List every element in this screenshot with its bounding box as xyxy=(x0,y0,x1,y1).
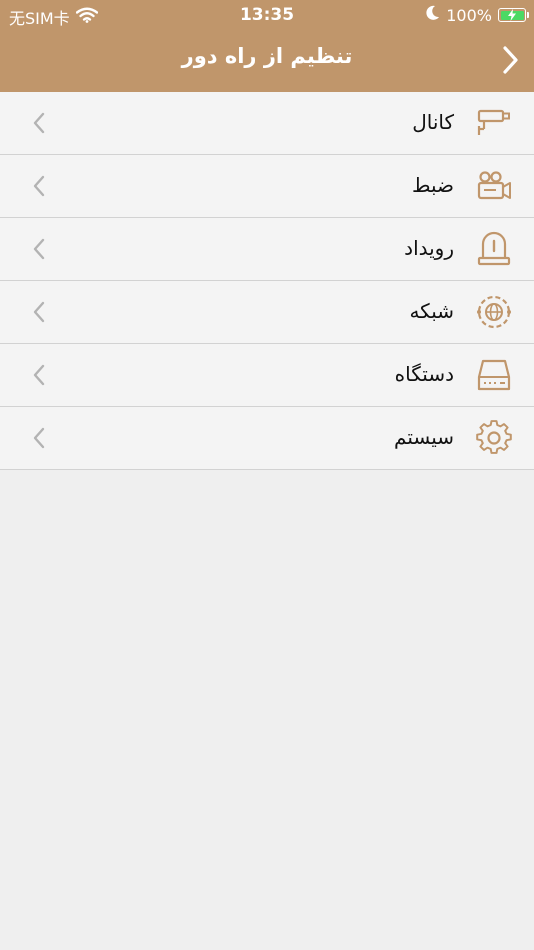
menu-item-label: دستگاه xyxy=(394,362,454,386)
menu-item-record[interactable]: ضبط xyxy=(0,155,534,218)
menu-item-label: سیستم xyxy=(394,425,454,449)
menu-item-label: رویداد xyxy=(404,236,454,260)
charging-bolt-icon xyxy=(508,9,516,21)
menu-item-system[interactable]: سیستم xyxy=(0,407,534,470)
top-header: 无SIM卡 13:35 100% تنظیم از راه دور xyxy=(0,0,534,92)
back-button[interactable] xyxy=(498,43,524,77)
chevron-left-icon xyxy=(33,112,45,134)
settings-list: کانال ضبط رویداد شبکه دستگاه سیستم xyxy=(0,92,534,470)
alarm-beacon-icon xyxy=(477,231,511,266)
gear-icon xyxy=(476,420,512,454)
page-title: تنظیم از راه دور xyxy=(181,44,353,68)
chevron-left-icon xyxy=(33,238,45,260)
device-recorder-icon xyxy=(477,359,511,391)
battery-percent: 100% xyxy=(446,5,492,25)
video-camera-icon xyxy=(477,171,511,200)
menu-item-label: شبکه xyxy=(409,299,454,323)
menu-item-network[interactable]: شبکه xyxy=(0,281,534,344)
network-globe-icon xyxy=(477,295,511,329)
menu-item-label: کانال xyxy=(412,110,454,134)
chevron-left-icon xyxy=(33,364,45,386)
status-right: 100% xyxy=(426,5,529,25)
moon-icon xyxy=(426,5,440,25)
menu-item-label: ضبط xyxy=(411,173,454,197)
menu-item-event[interactable]: رویداد xyxy=(0,218,534,281)
status-bar: 无SIM卡 13:35 100% xyxy=(0,0,534,30)
battery-icon xyxy=(498,8,529,22)
chevron-left-icon xyxy=(33,427,45,449)
menu-item-device[interactable]: دستگاه xyxy=(0,344,534,407)
chevron-left-icon xyxy=(33,301,45,323)
menu-item-channel[interactable]: کانال xyxy=(0,92,534,155)
chevron-right-icon xyxy=(503,46,518,74)
surveillance-camera-icon xyxy=(477,109,510,135)
chevron-left-icon xyxy=(33,175,45,197)
